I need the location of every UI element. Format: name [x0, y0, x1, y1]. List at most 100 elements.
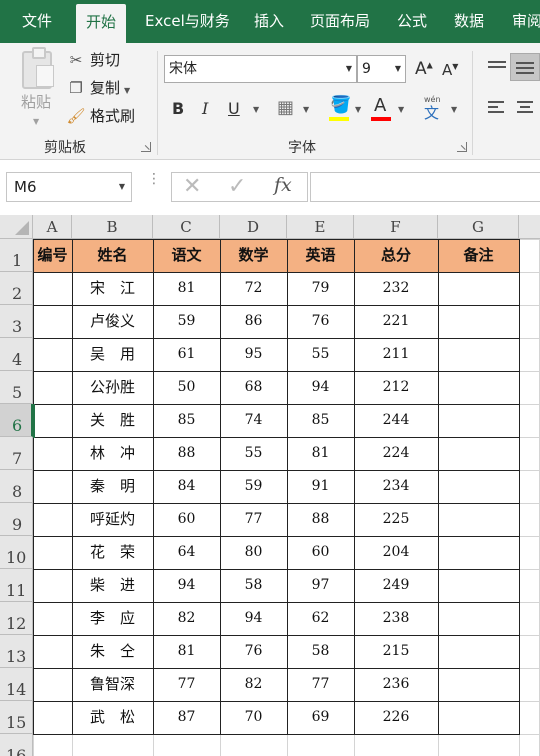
table-cell[interactable]: 武 松 — [72, 701, 153, 734]
column-header-a[interactable]: A — [33, 215, 72, 239]
table-cell[interactable] — [438, 602, 519, 635]
table-cell[interactable]: 62 — [287, 602, 354, 635]
table-cell[interactable]: 77 — [287, 668, 354, 701]
font-color-button[interactable]: A — [374, 95, 386, 116]
column-header-f[interactable]: F — [354, 215, 438, 239]
table-header-cell[interactable]: 数学 — [220, 239, 287, 272]
bold-button[interactable]: B — [172, 99, 184, 118]
table-cell[interactable]: 59 — [220, 470, 287, 503]
tab-file[interactable]: 文件 — [22, 0, 52, 43]
table-cell[interactable]: 61 — [153, 338, 220, 371]
tab-review[interactable]: 审阅 — [512, 0, 540, 43]
table-cell[interactable]: 81 — [287, 437, 354, 470]
row-header-10[interactable]: 10 — [0, 536, 33, 569]
cancel-icon[interactable]: ✕ — [183, 174, 201, 199]
table-cell[interactable] — [33, 305, 72, 338]
table-cell[interactable]: 55 — [287, 338, 354, 371]
table-cell[interactable]: 朱 仝 — [72, 635, 153, 668]
column-header-c[interactable]: C — [153, 215, 220, 239]
table-cell[interactable]: 76 — [287, 305, 354, 338]
table-cell[interactable]: 215 — [354, 635, 438, 668]
row-header-16[interactable]: 16 — [0, 734, 33, 756]
table-cell[interactable]: 68 — [220, 371, 287, 404]
table-cell[interactable]: 87 — [153, 701, 220, 734]
table-cell[interactable]: 94 — [153, 569, 220, 602]
table-cell[interactable] — [438, 668, 519, 701]
row-header-8[interactable]: 8 — [0, 470, 33, 503]
table-cell[interactable] — [33, 635, 72, 668]
table-cell[interactable] — [438, 437, 519, 470]
underline-dropdown-icon[interactable]: ▼ — [253, 105, 259, 114]
table-cell[interactable]: 249 — [354, 569, 438, 602]
table-cell[interactable] — [33, 602, 72, 635]
table-cell[interactable] — [33, 503, 72, 536]
table-cell[interactable]: 呼延灼 — [72, 503, 153, 536]
table-cell[interactable]: 80 — [220, 536, 287, 569]
table-cell[interactable]: 50 — [153, 371, 220, 404]
table-cell[interactable]: 82 — [220, 668, 287, 701]
column-header-g[interactable]: G — [438, 215, 519, 239]
drag-handle-icon[interactable]: ⋮ — [147, 172, 161, 186]
table-cell[interactable]: 232 — [354, 272, 438, 305]
paste-button-label[interactable]: 粘贴 — [21, 91, 51, 112]
font-size-select[interactable]: 9 ▼ — [357, 55, 406, 83]
row-header-9[interactable]: 9 — [0, 503, 33, 536]
tab-home[interactable]: 开始 — [76, 4, 127, 43]
worksheet-grid[interactable]: A B C D E F G 1 2 3 4 5 6 7 8 9 10 11 12 13 14 15 16 编号 姓名 语文 数学 英语… — [0, 215, 540, 756]
table-header-cell[interactable]: 编号 — [33, 239, 72, 272]
row-header-6[interactable]: 6 — [0, 404, 33, 437]
table-cell[interactable] — [438, 371, 519, 404]
table-cell[interactable] — [438, 569, 519, 602]
table-cell[interactable]: 85 — [153, 404, 220, 437]
table-cell[interactable]: 77 — [153, 668, 220, 701]
table-cell[interactable]: 204 — [354, 536, 438, 569]
formula-input[interactable] — [310, 172, 540, 202]
borders-icon[interactable]: ▦ — [277, 97, 294, 118]
table-cell[interactable]: 59 — [153, 305, 220, 338]
align-top-icon[interactable] — [488, 61, 506, 75]
table-cell[interactable]: 94 — [220, 602, 287, 635]
table-cell[interactable] — [33, 371, 72, 404]
underline-button[interactable]: U — [228, 99, 240, 118]
row-header-12[interactable]: 12 — [0, 602, 33, 635]
row-header-4[interactable]: 4 — [0, 338, 33, 371]
table-cell[interactable]: 58 — [220, 569, 287, 602]
table-cell[interactable] — [438, 272, 519, 305]
table-cell[interactable]: 244 — [354, 404, 438, 437]
table-cell[interactable] — [438, 470, 519, 503]
table-cell[interactable] — [438, 536, 519, 569]
table-cell[interactable]: 卢俊义 — [72, 305, 153, 338]
tab-excel-finance[interactable]: Excel与财务 — [145, 0, 230, 43]
table-cell[interactable]: 95 — [220, 338, 287, 371]
table-cell[interactable]: 85 — [287, 404, 354, 437]
table-cell[interactable]: 60 — [153, 503, 220, 536]
table-cell[interactable]: 88 — [287, 503, 354, 536]
table-cell[interactable]: 林 冲 — [72, 437, 153, 470]
italic-button[interactable]: I — [202, 99, 208, 118]
table-cell[interactable]: 236 — [354, 668, 438, 701]
column-header-d[interactable]: D — [220, 215, 287, 239]
table-cell[interactable]: 58 — [287, 635, 354, 668]
table-cell[interactable]: 84 — [153, 470, 220, 503]
row-header-11[interactable]: 11 — [0, 569, 33, 602]
borders-dropdown-icon[interactable]: ▼ — [303, 105, 309, 114]
row-header-14[interactable]: 14 — [0, 668, 33, 701]
paste-icon[interactable] — [22, 47, 54, 89]
align-middle-button[interactable] — [510, 53, 540, 81]
column-header-blank[interactable] — [519, 215, 540, 239]
table-cell[interactable]: 关 胜 — [72, 404, 153, 437]
table-cell[interactable]: 柴 进 — [72, 569, 153, 602]
fill-color-icon[interactable]: 🪣 — [330, 95, 351, 115]
table-header-cell[interactable]: 英语 — [287, 239, 354, 272]
format-painter-button[interactable]: 🖌 格式刷 — [66, 105, 135, 127]
font-name-select[interactable]: 宋体 ▼ — [164, 55, 357, 83]
table-cell[interactable]: 76 — [220, 635, 287, 668]
table-cell[interactable]: 81 — [153, 272, 220, 305]
table-cell[interactable]: 97 — [287, 569, 354, 602]
tab-data[interactable]: 数据 — [454, 0, 484, 43]
table-cell[interactable]: 72 — [220, 272, 287, 305]
table-header-cell[interactable]: 备注 — [438, 239, 519, 272]
table-cell[interactable]: 花 荣 — [72, 536, 153, 569]
table-cell[interactable]: 宋 江 — [72, 272, 153, 305]
table-cell[interactable]: 224 — [354, 437, 438, 470]
